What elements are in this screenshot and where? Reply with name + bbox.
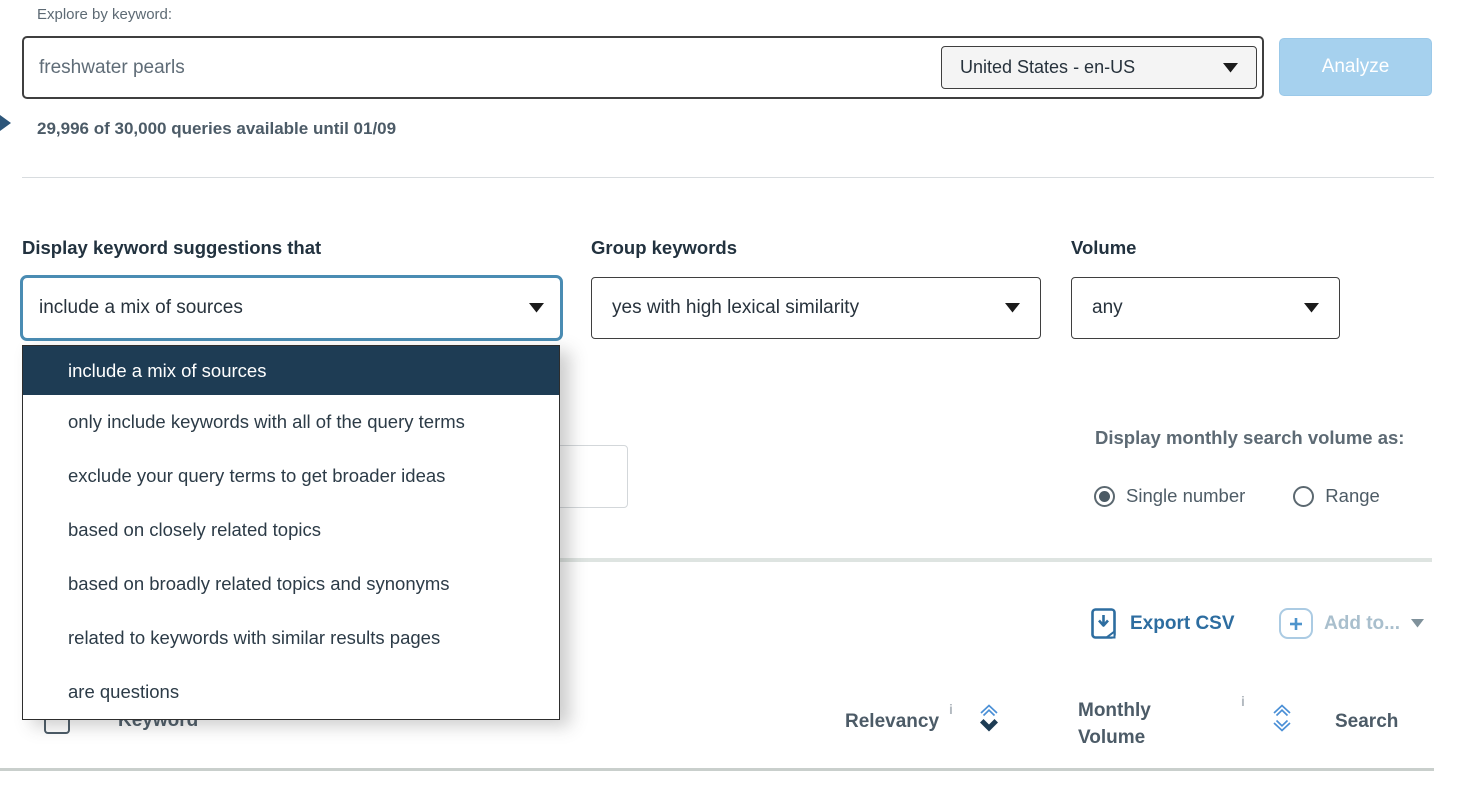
keyword-input[interactable]: freshwater pearls [39, 57, 185, 79]
dropdown-option[interactable]: based on closely related topics [23, 503, 559, 557]
suggestions-filter-label: Display keyword suggestions that [22, 237, 321, 259]
suggestions-select-value: include a mix of sources [39, 297, 243, 319]
chevron-down-icon [1223, 63, 1238, 73]
monthly-volume-sort-icon[interactable] [1271, 702, 1293, 738]
dropdown-option[interactable]: exclude your query terms to get broader … [23, 449, 559, 503]
radio-option[interactable]: Single number [1094, 485, 1245, 507]
divider [22, 177, 1434, 178]
relevancy-info-icon[interactable]: i [949, 701, 953, 717]
export-csv-label: Export CSV [1130, 613, 1235, 635]
analyze-button[interactable]: Analyze [1279, 38, 1432, 96]
radio-option-label: Range [1325, 485, 1380, 507]
dropdown-option[interactable]: include a mix of sources [23, 346, 559, 395]
explore-by-keyword-label: Explore by keyword: [37, 6, 172, 23]
monthly-volume-column-header: Monthly Volume [1078, 697, 1178, 751]
search-column-header: Search [1335, 711, 1398, 733]
download-document-icon [1090, 607, 1117, 640]
locale-select[interactable]: United States - en-US [941, 46, 1257, 89]
chevron-down-icon [529, 303, 544, 313]
volume-select-value: any [1092, 297, 1123, 319]
volume-filter-label: Volume [1071, 237, 1136, 259]
dropdown-option[interactable]: related to keywords with similar results… [23, 611, 559, 665]
disclosure-arrow-icon[interactable] [0, 115, 11, 131]
query-quota-text: 29,996 of 30,000 queries available until… [37, 119, 396, 139]
radio-option[interactable]: Range [1293, 485, 1380, 507]
volume-display-radio-group: Single number Range [1094, 485, 1380, 507]
relevancy-sort-icon[interactable] [978, 702, 1000, 738]
dropdown-option[interactable]: based on broadly related topics and syno… [23, 557, 559, 611]
radio-icon [1094, 486, 1115, 507]
divider [0, 768, 1434, 771]
group-keywords-select-value: yes with high lexical similarity [612, 297, 859, 319]
chevron-down-icon [1005, 303, 1020, 313]
export-csv-button[interactable]: Export CSV [1090, 607, 1235, 640]
volume-select[interactable]: any [1071, 277, 1340, 339]
monthly-volume-display-label: Display monthly search volume as: [1095, 427, 1404, 449]
locale-select-value: United States - en-US [960, 57, 1135, 78]
plus-icon [1279, 608, 1313, 639]
keyword-explorer-page: Explore by keyword: freshwater pearls Un… [0, 0, 1468, 794]
monthly-volume-info-icon[interactable]: i [1241, 693, 1245, 709]
radio-option-label: Single number [1126, 485, 1245, 507]
radio-icon [1293, 486, 1314, 507]
dropdown-option[interactable]: only include keywords with all of the qu… [23, 395, 559, 449]
keyword-search-box: freshwater pearls United States - en-US [22, 36, 1264, 99]
group-keywords-select[interactable]: yes with high lexical similarity [591, 277, 1041, 339]
group-keywords-label: Group keywords [591, 237, 737, 259]
relevancy-column-header: Relevancy [845, 711, 939, 733]
suggestions-dropdown-menu: include a mix of sources only include ke… [22, 345, 560, 720]
add-to-button[interactable]: Add to... [1279, 608, 1424, 639]
suggestions-select[interactable]: include a mix of sources [20, 275, 563, 341]
add-to-label: Add to... [1324, 613, 1400, 635]
chevron-down-icon [1411, 619, 1424, 628]
dropdown-option[interactable]: are questions [23, 665, 559, 719]
chevron-down-icon [1304, 303, 1319, 313]
